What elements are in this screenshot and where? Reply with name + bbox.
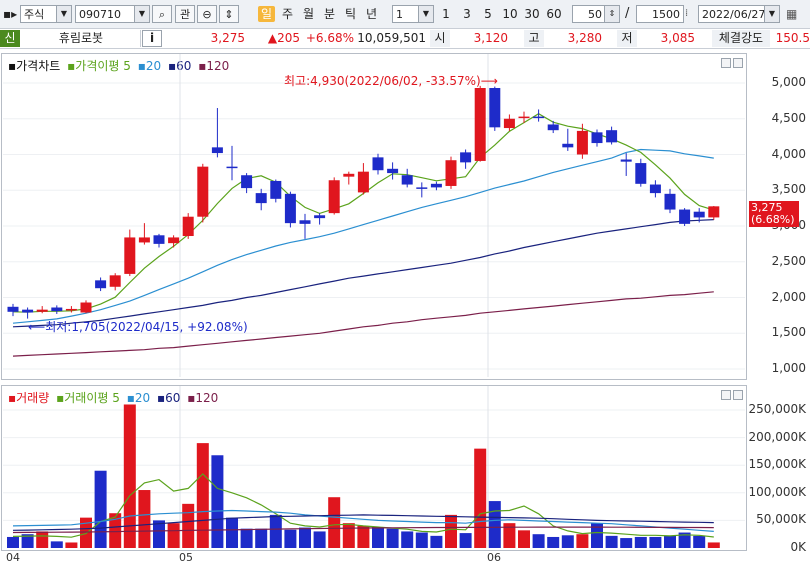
stock-info-bar: 신 휴림로봇 i 3,275 ▲205 +6.68% 10,059,501 시 … — [0, 29, 810, 49]
market-select-value: 주식 — [24, 8, 45, 21]
period-year-tab[interactable]: 년 — [363, 6, 380, 22]
legend-vol-ma60: ▪60 — [156, 391, 181, 405]
grip-icon: ⁞ — [685, 8, 689, 19]
low-annotation: ⟵최저:1,705(2022/04/15, +92.08%) — [28, 318, 248, 335]
current-price: 3,275 — [210, 31, 245, 45]
price-panel-close-icon[interactable] — [733, 58, 743, 68]
volume-tick-label: 0K — [790, 540, 806, 554]
total-count-input[interactable]: 1500 — [636, 5, 684, 23]
quick-count-30[interactable]: 30 — [522, 6, 542, 22]
volume-tick-label: 250,000K — [748, 402, 807, 416]
quick-count-10[interactable]: 10 — [500, 6, 520, 22]
price-legend: ▪가격차트 ▪가격이평 5 ▪20 ▪60 ▪120 — [8, 57, 232, 74]
legend-vol-ma20: ▪20 — [126, 391, 151, 405]
unit-select-value: 1 — [396, 8, 403, 21]
high-annotation: 최고:4,930(2022/06/02, -33.57%)⟶ — [284, 72, 498, 89]
period-month-tab[interactable]: 월 — [300, 6, 317, 22]
price-change: ▲205 — [267, 31, 300, 45]
quick-count-60[interactable]: 60 — [544, 6, 564, 22]
last-price-tag: 3,275 (6.68%) — [749, 201, 799, 227]
x-tick-label: 06 — [487, 551, 501, 564]
legend-vol-ma120: ▪120 — [187, 391, 219, 405]
chevron-down-icon[interactable]: ▼ — [56, 6, 71, 22]
legend-ma5: ▪가격이평 5 — [67, 59, 131, 73]
open-price: 3,120 — [473, 31, 508, 45]
low-annotation-text: 최저:1,705(2022/04/15, +92.08%) — [45, 320, 248, 334]
menu-toggle-icon[interactable]: ▪▸ — [3, 5, 17, 23]
x-tick-label: 04 — [6, 551, 20, 564]
chart-toolbar: ▪▸ 주식 ▼ 090710 ▼ ⌕ 관 ⊖ ⇕ 일 주 월 분 틱 년 1 ▼… — [0, 0, 810, 29]
unit-select[interactable]: 1 ▼ — [392, 5, 434, 23]
watchlist-button[interactable]: 관 — [175, 5, 195, 23]
volume-tick-label: 50,000K — [756, 512, 806, 527]
volume-chart-panel[interactable] — [1, 385, 747, 551]
stock-info-button[interactable]: i — [142, 30, 162, 47]
high-annotation-text: 최고:4,930(2022/06/02, -33.57%) — [284, 74, 481, 88]
stock-code-value: 090710 — [79, 8, 121, 21]
hide-button[interactable]: ⊖ — [197, 5, 217, 23]
volume-tick-label: 200,000K — [748, 429, 807, 444]
open-label: 시 — [430, 30, 450, 47]
period-day-tab[interactable]: 일 — [258, 6, 275, 22]
updown-button[interactable]: ⇕ — [219, 5, 239, 23]
quick-count-3[interactable]: 3 — [458, 6, 476, 22]
period-minute-tab[interactable]: 분 — [321, 6, 338, 22]
quick-count-5[interactable]: 5 — [479, 6, 497, 22]
high-label: 고 — [524, 30, 544, 47]
legend-ma20: ▪20 — [137, 59, 162, 73]
chevron-down-icon[interactable]: ▼ — [418, 6, 433, 22]
volume-tick-label: 100,000K — [748, 484, 807, 499]
stock-code-input[interactable]: 090710 ▼ — [75, 5, 150, 23]
price-panel-minimize-icon[interactable] — [721, 58, 731, 68]
arrow-right-icon: ⟶ — [480, 74, 498, 88]
low-price: 3,085 — [660, 31, 695, 45]
volume-tick-label: 150,000K — [748, 457, 807, 472]
chevron-down-icon[interactable]: ▼ — [134, 6, 149, 22]
quick-count-1[interactable]: 1 — [437, 6, 455, 22]
trade-volume: 10,059,501 — [357, 31, 426, 45]
volume-panel-minimize-icon[interactable] — [721, 390, 731, 400]
price-change-percent: +6.68% — [305, 31, 354, 45]
period-tick-tab[interactable]: 틱 — [342, 6, 359, 22]
search-icon: ⌕ — [158, 8, 166, 21]
volume-legend: ▪거래량 ▪거래이평 5 ▪20 ▪60 ▪120 — [8, 389, 221, 406]
credit-badge: 신 — [0, 30, 20, 47]
market-select[interactable]: 주식 ▼ — [20, 5, 72, 23]
search-button[interactable]: ⌕ — [152, 5, 172, 23]
legend-vol-ma5: ▪거래이평 5 — [56, 391, 120, 405]
x-tick-label: 05 — [179, 551, 193, 564]
display-count-value: 50 — [588, 8, 602, 21]
count-separator: / — [625, 6, 630, 21]
legend-ma120: ▪120 — [198, 59, 230, 73]
volume-panel-close-icon[interactable] — [733, 390, 743, 400]
legend-volume: ▪거래량 — [8, 391, 50, 405]
volume-y-axis: 250,000K 200,000K 150,000K 100,000K 50,000K 0… — [748, 0, 810, 571]
period-week-tab[interactable]: 주 — [279, 6, 296, 22]
low-label: 저 — [617, 30, 637, 47]
legend-ma60: ▪60 — [167, 59, 192, 73]
legend-price-chart: ▪가격차트 — [8, 59, 61, 73]
stepper-icon[interactable]: ⇕ — [604, 6, 619, 22]
high-price: 3,280 — [567, 31, 602, 45]
stock-name: 휴림로봇 — [22, 30, 141, 47]
last-price-percent: (6.68%) — [751, 213, 795, 226]
display-count-input[interactable]: 50 ⇕ — [572, 5, 620, 23]
arrow-left-icon: ⟵ — [28, 320, 46, 334]
